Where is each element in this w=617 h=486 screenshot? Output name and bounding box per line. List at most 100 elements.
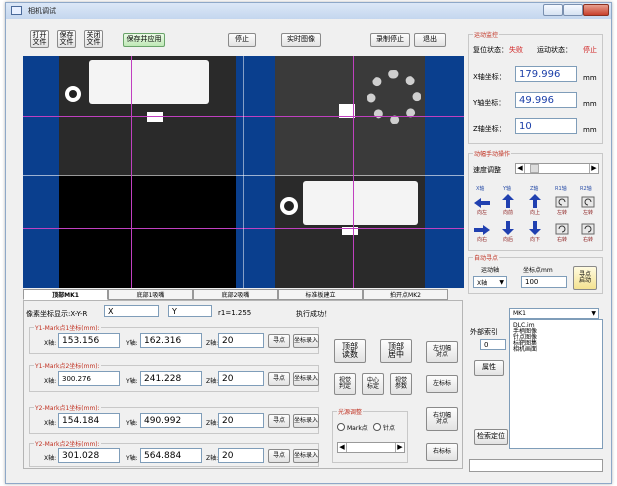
external-index-field[interactable]: 0 bbox=[480, 339, 506, 350]
y-coord-field[interactable]: 49.996 bbox=[515, 92, 577, 108]
coord-point-input[interactable]: 100 bbox=[521, 276, 567, 288]
pixel-y-field[interactable]: Y bbox=[168, 305, 212, 317]
center-calibrate-button[interactable]: 中心 标定 bbox=[362, 373, 384, 395]
mark-3-find-button[interactable]: 寻点 bbox=[268, 414, 290, 428]
mark-1-x-field[interactable]: 153.156 bbox=[58, 333, 120, 348]
x-coord-field[interactable]: 179.996 bbox=[515, 66, 577, 82]
close-button[interactable] bbox=[583, 4, 609, 16]
scroll-right-arrow[interactable]: ▶ bbox=[589, 164, 598, 173]
top-read-button[interactable]: 顶部 读数 bbox=[334, 339, 366, 363]
needle-point-radio[interactable] bbox=[373, 423, 381, 431]
z-unit: mm bbox=[583, 126, 597, 134]
pixel-x-field[interactable]: X bbox=[104, 305, 159, 317]
mark-3-record-button[interactable]: 坐标录入 bbox=[293, 414, 319, 428]
z-coord-field[interactable]: 10 bbox=[515, 118, 577, 134]
mark-3-z-field[interactable]: 20 bbox=[218, 413, 264, 428]
tab-bottom-nozzle-2[interactable]: 底部2吸嘴 bbox=[193, 289, 278, 300]
r1-rotate-right-button[interactable]: 右转 bbox=[553, 221, 571, 243]
speed-slider-thumb[interactable] bbox=[530, 164, 539, 173]
rotate-right-icon bbox=[581, 223, 595, 235]
right-standard-button[interactable]: 右标标 bbox=[426, 443, 458, 461]
tab-bottom-nozzle-1[interactable]: 底部1吸嘴 bbox=[108, 289, 193, 300]
minimize-button[interactable] bbox=[543, 4, 563, 16]
mark-1-record-button[interactable]: 坐标录入 bbox=[293, 334, 319, 348]
scroll-right-arrow[interactable]: ▶ bbox=[395, 443, 404, 452]
arrow-up-icon bbox=[529, 194, 541, 208]
x-unit: mm bbox=[583, 74, 597, 82]
light-adjust-group: 光源调整 Mark点 针点 ◀ ▶ bbox=[332, 407, 408, 463]
scroll-left-arrow[interactable]: ◀ bbox=[338, 443, 347, 452]
mark-4-z-field[interactable]: 20 bbox=[218, 448, 264, 463]
mark-group-3: Y2-Mark点1坐标(mm): X轴: 154.184 Y轴: 490.992… bbox=[29, 403, 319, 434]
move-left-button[interactable]: 向左 bbox=[473, 194, 491, 216]
axis-select[interactable]: X轴 ▼ bbox=[473, 276, 507, 288]
r1-rotate-left-button[interactable]: 左转 bbox=[553, 194, 571, 216]
mark-4-x-field[interactable]: 301.028 bbox=[58, 448, 120, 463]
list-item[interactable]: 相机画面 bbox=[513, 347, 537, 353]
axis-label-y: Y轴 bbox=[503, 186, 512, 192]
mark-3-y-field[interactable]: 490.992 bbox=[140, 413, 202, 428]
scroll-left-arrow[interactable]: ◀ bbox=[516, 164, 525, 173]
mark-2-z-field[interactable]: 20 bbox=[218, 371, 264, 386]
maximize-button[interactable] bbox=[563, 4, 583, 16]
save-apply-button[interactable]: 保存并应用 bbox=[123, 33, 165, 47]
find-start-button[interactable]: 寻点 启动 bbox=[573, 266, 597, 290]
camera-view[interactable] bbox=[23, 56, 464, 288]
run-status-value: 停止 bbox=[583, 46, 597, 54]
move-down-button[interactable]: 向下 bbox=[526, 221, 544, 243]
open-file-button[interactable]: 打开 文件 bbox=[30, 30, 49, 48]
mark-1-find-button[interactable]: 寻点 bbox=[268, 334, 290, 348]
point-list[interactable]: DLC.im 手柄图像 针点图像 标靶图集 相机画面 bbox=[509, 319, 603, 449]
save-file-button[interactable]: 保存 文件 bbox=[57, 30, 76, 48]
mark-2-y-field[interactable]: 241.228 bbox=[140, 371, 202, 386]
left-standard-button[interactable]: 左标标 bbox=[426, 375, 458, 393]
top-center-button[interactable]: 顶部 居中 bbox=[380, 339, 412, 363]
tab-top-mk1[interactable]: 顶部MK1 bbox=[23, 289, 108, 300]
exit-button[interactable]: 退出 bbox=[414, 33, 446, 47]
mark-2-record-button[interactable]: 坐标录入 bbox=[293, 372, 319, 386]
move-back-button[interactable]: 向后 bbox=[499, 221, 517, 243]
tab-mk2[interactable]: 拍开点MK2 bbox=[363, 289, 448, 300]
right-align-button[interactable]: 右切幅 对点 bbox=[426, 407, 458, 431]
stop-button[interactable]: 停止 bbox=[228, 33, 256, 47]
move-forward-button[interactable]: 向前 bbox=[499, 194, 517, 216]
reset-status-value: 失败 bbox=[509, 46, 523, 54]
mark-4-y-field[interactable]: 564.884 bbox=[140, 448, 202, 463]
split-line-v bbox=[243, 56, 244, 288]
mark-3-x-field[interactable]: 154.184 bbox=[58, 413, 120, 428]
tab-standard-board[interactable]: 标准板建立 bbox=[278, 289, 363, 300]
live-image-button[interactable]: 实时图像 bbox=[281, 33, 321, 47]
r2-rotate-right-button[interactable]: 右转 bbox=[579, 221, 597, 243]
mark-4-find-button[interactable]: 寻点 bbox=[268, 449, 290, 463]
mark-point-radio[interactable] bbox=[337, 423, 345, 431]
mark-point-label: Mark点 bbox=[347, 425, 368, 432]
left-align-button[interactable]: 左切幅 对点 bbox=[426, 341, 458, 363]
reset-status-label: 复位状态： bbox=[473, 46, 508, 54]
mark-2-find-button[interactable]: 寻点 bbox=[268, 372, 290, 386]
mark-2-x-field[interactable]: 300.276 bbox=[58, 371, 120, 386]
light-scrollbar[interactable]: ◀ ▶ bbox=[337, 442, 405, 453]
coord-point-label: 坐标点mm bbox=[523, 267, 553, 274]
move-up-button[interactable]: 向上 bbox=[526, 194, 544, 216]
chevron-down-icon: ▼ bbox=[591, 310, 596, 317]
speed-scrollbar[interactable]: ◀ ▶ bbox=[515, 163, 599, 174]
camera-feed-bottom-left bbox=[59, 175, 236, 288]
mark-group-2: Y1-Mark点2坐标(mm): X轴: 300.276 Y轴: 241.228… bbox=[29, 361, 319, 392]
title-bar: 相机调试 bbox=[6, 3, 611, 19]
close-file-button[interactable]: 关闭 文件 bbox=[84, 30, 103, 48]
record-stop-button[interactable]: 录制停止 bbox=[370, 33, 410, 47]
vision-check-button[interactable]: 视觉 判定 bbox=[334, 373, 356, 395]
locate-button[interactable]: 检索定位 bbox=[474, 429, 508, 445]
mark-1-z-field[interactable]: 20 bbox=[218, 333, 264, 348]
vision-param-button[interactable]: 视觉 参数 bbox=[390, 373, 412, 395]
mark-3-title: Y2-Mark点1坐标(mm): bbox=[34, 403, 101, 412]
mark-4-title: Y2-Mark点2坐标(mm): bbox=[34, 439, 101, 448]
mark-4-record-button[interactable]: 坐标录入 bbox=[293, 449, 319, 463]
mark-1-y-field[interactable]: 162.316 bbox=[140, 333, 202, 348]
r2-rotate-left-button[interactable]: 左转 bbox=[579, 194, 597, 216]
attribute-button[interactable]: 属性 bbox=[474, 360, 504, 376]
move-right-button[interactable]: 向右 bbox=[473, 221, 491, 243]
manual-operation-group: 动幅手动操作 速度调整 ◀ ▶ X轴 Y轴 Z轴 R1轴 R2轴 向左 向前 向… bbox=[468, 149, 603, 251]
mark-select[interactable]: MK1 ▼ bbox=[509, 308, 599, 319]
pixel-coord-label: 像素坐标显示:X-Y-R bbox=[26, 310, 88, 318]
